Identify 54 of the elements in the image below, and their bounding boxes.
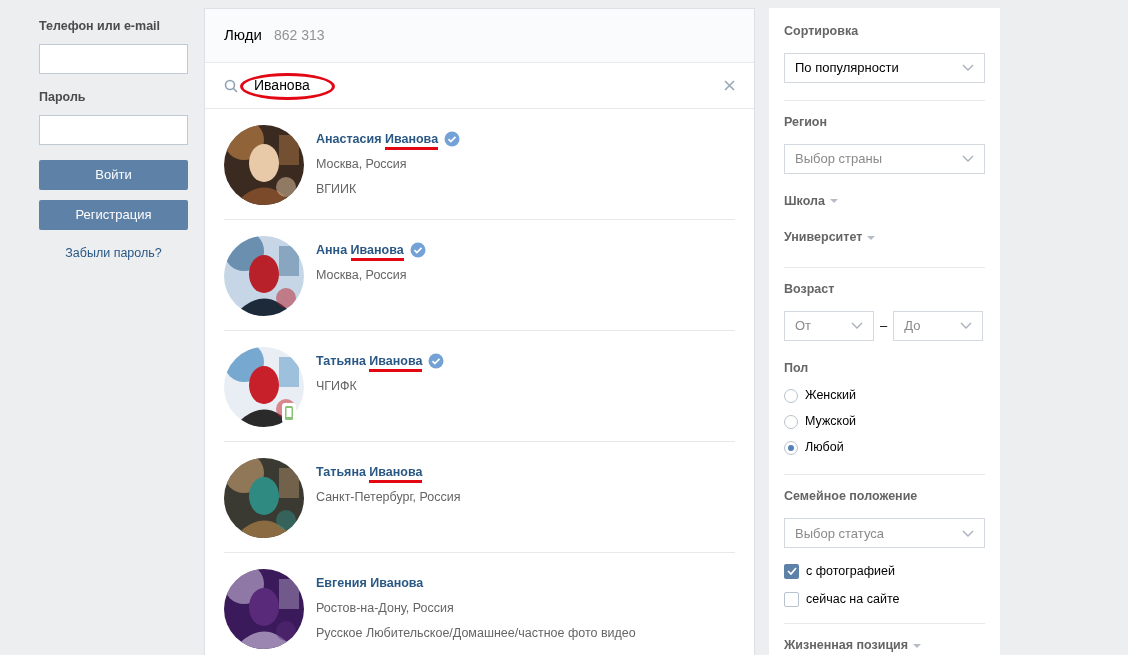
- person-name-link[interactable]: Евгения Иванова: [316, 574, 424, 593]
- age-from-dropdown[interactable]: От: [784, 310, 874, 341]
- field-label: Телефон или e-mail: [39, 18, 162, 35]
- close-icon[interactable]: [724, 80, 735, 91]
- person-name-link[interactable]: Анна Иванова: [316, 241, 404, 260]
- person-detail: Ростов-на-Дону, Россия: [316, 599, 455, 617]
- caret-icon: [829, 198, 838, 203]
- chevron-icon: [851, 322, 863, 330]
- filter-toggle[interactable]: Университет: [784, 228, 985, 247]
- person-name-link[interactable]: Татьяна Иванова: [316, 352, 423, 371]
- filter-toggle[interactable]: Жизненная позиция: [784, 636, 985, 655]
- result-count: 862 313: [273, 26, 325, 45]
- filter-label: Возраст: [784, 281, 836, 298]
- chevron-icon: [960, 322, 973, 330]
- filter-label: Сортировка: [784, 23, 860, 40]
- filter-label: Семейное положение: [784, 487, 919, 505]
- section-title: Люди: [224, 25, 262, 46]
- login-field[interactable]: [39, 43, 188, 74]
- chevron-icon: [962, 64, 974, 72]
- password-field[interactable]: [39, 114, 188, 145]
- checkbox-label: сейчас на сайте: [806, 590, 900, 608]
- person-detail: ВГИИК: [316, 180, 358, 198]
- dash-text: –: [880, 317, 888, 335]
- person-detail: Москва, Россия: [316, 266, 408, 284]
- person-name-link[interactable]: Татьяна Иванова: [316, 463, 423, 482]
- person-detail: ЧГИФК: [316, 377, 358, 395]
- register-button[interactable]: Регистрация: [39, 199, 188, 230]
- search-icon: [224, 78, 238, 93]
- forgot-password-link[interactable]: Забыли пароль?: [65, 243, 162, 263]
- person-detail: Москва, Россия: [316, 155, 408, 173]
- caret-icon: [867, 235, 876, 240]
- status-dropdown[interactable]: Выбор статуса: [784, 518, 985, 549]
- filter-toggle[interactable]: Школа: [784, 191, 985, 211]
- person-detail: Русское Любительское/Домашнее/частное фото видео: [316, 624, 636, 642]
- age-to-dropdown[interactable]: До: [893, 310, 984, 341]
- country-dropdown[interactable]: Выбор страны: [784, 143, 985, 174]
- person-detail: Санкт-Петербург, Россия: [316, 488, 461, 506]
- search-field[interactable]: Иванова: [205, 63, 754, 109]
- radio-label: Женский: [805, 387, 856, 405]
- radio-label: Любой: [805, 439, 844, 457]
- checkbox[interactable]: [784, 591, 799, 607]
- radio-label: Мужской: [805, 413, 857, 431]
- login-button[interactable]: Войти: [39, 159, 188, 190]
- chevron-icon: [962, 155, 974, 162]
- chevron-icon: [962, 529, 974, 537]
- checkbox-label: с фотографией: [806, 562, 895, 580]
- filter-label: Регион: [784, 113, 829, 131]
- checkbox[interactable]: [784, 563, 799, 579]
- field-label: Пароль: [39, 88, 87, 106]
- caret-icon: [913, 643, 922, 648]
- person-name-link[interactable]: Анастасия Иванова: [316, 130, 439, 149]
- filter-label: Пол: [784, 359, 810, 377]
- search-text: Иванова: [253, 76, 311, 95]
- sort-dropdown[interactable]: По популярности: [784, 52, 985, 83]
